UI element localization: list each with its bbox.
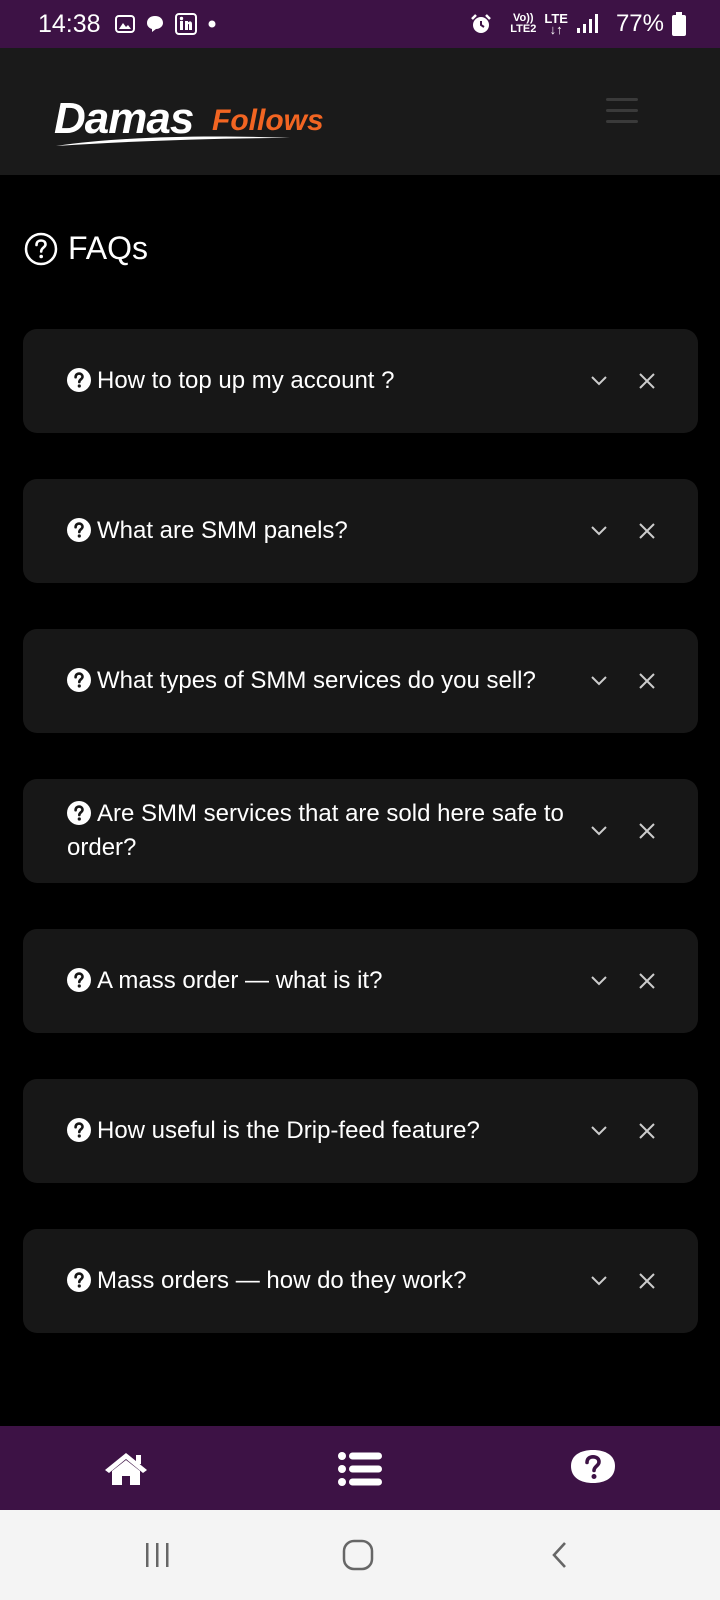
faq-question: A mass order — what is it? <box>67 964 588 998</box>
close-icon[interactable] <box>636 970 658 992</box>
faq-item[interactable]: A mass order — what is it? <box>23 929 698 1033</box>
nav-faq-button[interactable] <box>569 1448 617 1490</box>
faq-controls <box>588 970 658 992</box>
chevron-down-icon[interactable] <box>588 670 610 692</box>
recent-apps-button[interactable] <box>137 1538 177 1572</box>
list-icon <box>338 1452 382 1486</box>
faq-item[interactable]: Mass orders — how do they work? <box>23 1229 698 1333</box>
faq-controls <box>588 1270 658 1292</box>
question-solid-icon <box>67 1118 91 1142</box>
nav-home-button[interactable] <box>102 1448 150 1490</box>
faq-item[interactable]: What are SMM panels? <box>23 479 698 583</box>
hamburger-menu-button[interactable] <box>606 98 644 128</box>
close-icon[interactable] <box>636 1270 658 1292</box>
close-icon[interactable] <box>636 1120 658 1142</box>
home-icon <box>105 1453 147 1485</box>
logo-follows-text: Follows <box>212 104 324 137</box>
system-nav-bar <box>0 1510 720 1600</box>
faq-controls <box>588 670 658 692</box>
alarm-icon <box>470 13 492 35</box>
faq-item[interactable]: How to top up my account ? <box>23 329 698 433</box>
faq-question: Are SMM services that are sold here safe… <box>67 800 564 861</box>
hamburger-line-icon <box>606 98 638 101</box>
question-solid-icon <box>67 801 91 825</box>
back-button[interactable] <box>540 1538 580 1572</box>
back-chevron-icon <box>552 1542 566 1568</box>
close-icon[interactable] <box>636 820 658 842</box>
page-title-text: FAQs <box>68 230 149 266</box>
hamburger-line-icon <box>606 109 638 112</box>
volte-indicator: Vo)) LTE2 <box>510 12 537 35</box>
status-right: Vo)) LTE2 LTE ↓↑ 77% <box>470 10 696 38</box>
app-header: Damas Follows <box>0 48 720 175</box>
faq-question: How useful is the Drip-feed feature? <box>67 1114 588 1148</box>
close-icon[interactable] <box>636 370 658 392</box>
faq-question: Mass orders — how do they work? <box>67 1264 588 1298</box>
recent-apps-icon <box>146 1543 169 1567</box>
question-solid-icon <box>67 518 91 542</box>
home-circle-icon <box>342 1539 374 1571</box>
chevron-down-icon[interactable] <box>588 370 610 392</box>
home-system-button[interactable] <box>338 1538 378 1572</box>
close-icon[interactable] <box>636 670 658 692</box>
chat-notification-icon <box>145 14 165 34</box>
chevron-down-icon[interactable] <box>588 1270 610 1292</box>
faq-controls <box>588 1120 658 1142</box>
faq-controls <box>588 820 658 842</box>
faq-item[interactable]: How useful is the Drip-feed feature? <box>23 1079 698 1183</box>
faq-question: What types of SMM services do you sell? <box>67 664 588 698</box>
linkedin-notification-icon <box>174 13 197 35</box>
faq-item[interactable]: What types of SMM services do you sell? <box>23 629 698 733</box>
logo-swoosh-icon <box>56 136 290 146</box>
faq-item[interactable]: Are SMM services that are sold here safe… <box>23 779 698 883</box>
question-solid-icon <box>67 368 91 392</box>
faq-question: What are SMM panels? <box>67 514 588 548</box>
bottom-nav <box>0 1426 720 1510</box>
signal-icon <box>576 14 598 34</box>
question-solid-icon <box>67 1268 91 1292</box>
chevron-down-icon[interactable] <box>588 970 610 992</box>
hamburger-line-icon <box>606 120 638 123</box>
close-icon[interactable] <box>636 520 658 542</box>
nav-services-button[interactable] <box>336 1448 384 1490</box>
faq-question: How to top up my account ? <box>67 364 588 398</box>
lte-indicator: LTE ↓↑ <box>544 11 568 37</box>
chevron-down-icon[interactable] <box>588 520 610 542</box>
faq-controls <box>588 520 658 542</box>
gallery-notification-icon <box>114 14 135 34</box>
battery-percentage: 77% <box>615 10 664 37</box>
status-bar: 14:38 Vo)) LTE2 LTE ↓↑ 77% <box>0 0 720 48</box>
status-time: 14:38 <box>38 9 101 38</box>
chevron-down-icon[interactable] <box>588 1120 610 1142</box>
question-solid-icon <box>67 668 91 692</box>
faq-controls <box>588 370 658 392</box>
question-icon <box>571 1450 615 1483</box>
question-circle-icon <box>24 232 58 265</box>
question-solid-icon <box>67 968 91 992</box>
chevron-down-icon[interactable] <box>588 820 610 842</box>
battery-icon <box>672 12 686 36</box>
more-notifications-dot-icon <box>207 19 217 29</box>
page-title: FAQs <box>24 230 148 267</box>
